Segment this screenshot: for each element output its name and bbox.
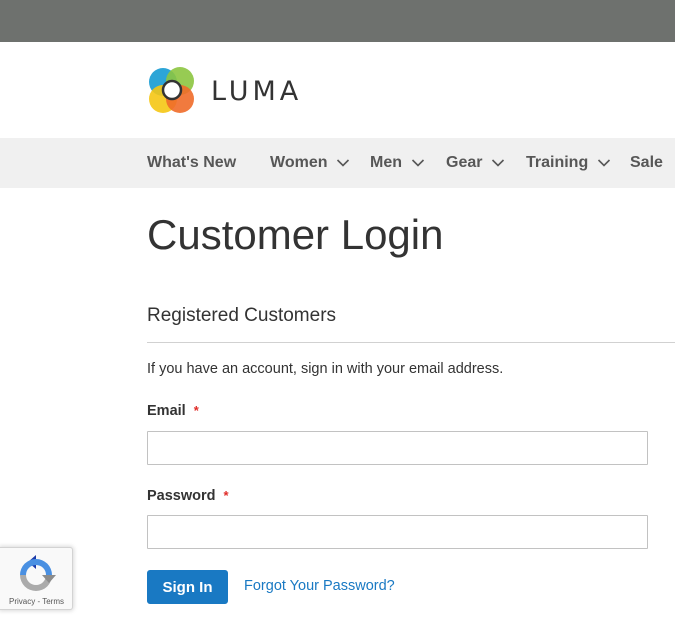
nav-item-men[interactable]: Men xyxy=(370,138,425,188)
password-label: Password * xyxy=(147,488,229,504)
nav-item-sale[interactable]: Sale xyxy=(630,138,663,188)
chevron-down-icon xyxy=(597,158,611,168)
nav-item-gear[interactable]: Gear xyxy=(446,138,505,188)
chevron-down-icon xyxy=(336,158,350,168)
nav-item-label: Women xyxy=(270,154,328,171)
chevron-down-icon xyxy=(411,158,425,168)
recaptcha-icon xyxy=(16,555,56,600)
nav-item-label: What's New xyxy=(147,154,237,171)
required-asterisk: * xyxy=(223,488,229,503)
login-intro-text: If you have an account, sign in with you… xyxy=(147,361,504,377)
email-field[interactable] xyxy=(147,431,648,465)
recaptcha-links: Privacy - Terms xyxy=(0,597,73,606)
password-label-text: Password xyxy=(147,488,216,504)
logo-link[interactable]: LUMA xyxy=(147,66,302,116)
site-header: LUMA xyxy=(0,42,675,138)
nav-item-training[interactable]: Training xyxy=(526,138,611,188)
required-asterisk: * xyxy=(193,403,199,418)
top-bar xyxy=(0,0,675,42)
section-divider xyxy=(147,342,675,343)
password-field[interactable] xyxy=(147,515,648,549)
nav-item-label: Sale xyxy=(630,154,663,171)
recaptcha-privacy-link[interactable]: Privacy xyxy=(9,597,35,606)
nav-item-label: Men xyxy=(370,154,402,171)
chevron-down-icon xyxy=(491,158,505,168)
forgot-password-link[interactable]: Forgot Your Password? xyxy=(244,578,395,594)
email-label: Email * xyxy=(147,403,199,419)
page-title: Customer Login xyxy=(147,211,444,258)
nav-item-whats-new[interactable]: What's New xyxy=(147,138,236,188)
email-label-text: Email xyxy=(147,403,186,419)
luma-logo-icon xyxy=(147,66,197,116)
sign-in-button[interactable]: Sign In xyxy=(147,570,228,604)
nav-item-label: Training xyxy=(526,154,589,171)
recaptcha-badge[interactable]: Privacy - Terms xyxy=(0,547,73,610)
nav-item-label: Gear xyxy=(446,154,483,171)
main-nav: What's New Women Men Gear Training Sale xyxy=(0,138,675,188)
brand-name: LUMA xyxy=(211,75,303,107)
recaptcha-terms-link[interactable]: Terms xyxy=(42,597,64,606)
registered-customers-title: Registered Customers xyxy=(147,305,337,326)
nav-item-women[interactable]: Women xyxy=(270,138,350,188)
